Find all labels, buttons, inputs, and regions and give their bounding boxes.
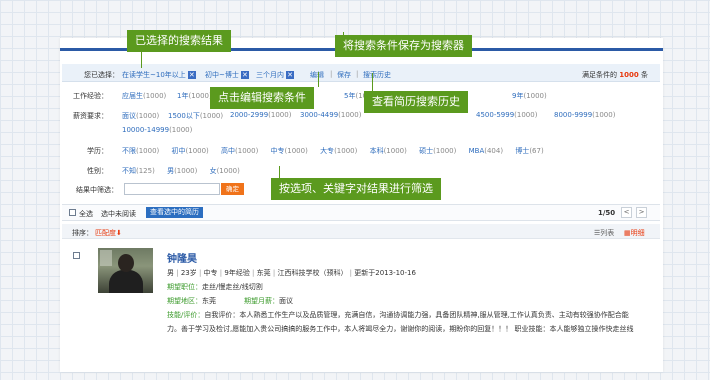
gender-option[interactable]: 不知(125) xyxy=(122,167,155,175)
education-option[interactable]: 硕士(1000) xyxy=(419,147,456,155)
filter-label: 结果中筛选： xyxy=(76,186,118,194)
divider: | xyxy=(356,70,359,78)
gender-options: 不知(125) 男(1000) 女(1000) xyxy=(122,166,240,176)
gender-label: 性别： xyxy=(87,167,108,175)
remove-icon[interactable]: ✕ xyxy=(187,71,196,79)
sort-label: 排序： xyxy=(72,229,93,237)
grid-icon: ▦ xyxy=(624,229,631,237)
resume-meta: 男 | 23岁 | 中专 | 9年经验 | 东莞 | 江西科技学校（预科） | … xyxy=(167,269,416,277)
resume-name[interactable]: 钟隆昊 xyxy=(167,250,197,265)
result-count: 满足条件的 1000 条 xyxy=(582,71,648,79)
list-view-toggle[interactable]: ☰列表 xyxy=(594,228,614,238)
page-indicator: 1/50 xyxy=(598,209,616,217)
select-all-label: 全选 xyxy=(79,210,93,218)
gender-option[interactable]: 女(1000) xyxy=(210,167,240,175)
education-option[interactable]: 初中(1000) xyxy=(172,147,209,155)
callout-selected-results: 已选择的搜索结果 xyxy=(127,30,231,68)
remove-icon[interactable]: ✕ xyxy=(286,71,294,79)
salary-option[interactable]: 8000-9999(1000) xyxy=(554,111,615,119)
resume-evaluation-cont: 力。善于学习及检讨,愿能加入贵公司搞搞的服务工作中，本人将竭尽全力，谢谢你的阅读… xyxy=(167,325,634,333)
edit-link[interactable]: 编辑 xyxy=(310,70,324,80)
experience-label: 工作经验： xyxy=(73,92,108,100)
education-option[interactable]: 大专(1000) xyxy=(320,147,357,155)
education-option[interactable]: 不限(1000) xyxy=(122,147,159,155)
salary-option[interactable]: 1500以下(1000) xyxy=(168,111,223,121)
selected-label: 您已选择： xyxy=(84,71,119,79)
experience-option[interactable]: 1年(1000) xyxy=(177,91,212,101)
experience-option[interactable]: 应届生(1000) xyxy=(122,91,166,101)
detail-view-toggle[interactable]: ▦明细 xyxy=(624,228,645,238)
selected-chip-education[interactable]: 初中~博士 ✕ xyxy=(205,70,249,80)
callout-edit-conditions: 点击编辑搜索条件 xyxy=(210,72,319,109)
resume-evaluation: 技能/评价：自我评价：本人熟悉工作生产以及品质管理，充满自信，沟通协调能力强，具… xyxy=(167,311,629,319)
select-all-checkbox[interactable] xyxy=(69,209,76,216)
salary-option[interactable]: 10000-14999(1000) xyxy=(122,126,192,134)
remove-icon[interactable]: ✕ xyxy=(240,71,249,79)
salary-option[interactable]: 4500-5999(1000) xyxy=(476,111,537,119)
education-label: 学历： xyxy=(87,147,108,155)
sort-bar xyxy=(62,224,660,239)
next-page-button[interactable]: > xyxy=(636,207,647,218)
resume-photo[interactable] xyxy=(98,248,153,293)
view-selected-button[interactable]: 查看选中的简历 xyxy=(146,207,203,218)
selected-chip-experience[interactable]: 在读学生~10年以上 ✕ xyxy=(122,70,196,80)
divider: | xyxy=(330,70,333,78)
education-options: 不限(1000) 初中(1000) 高中(1000) 中专(1000) 大专(1… xyxy=(122,146,544,156)
callout-save-searcher: 将搜索条件保存为搜索器 xyxy=(335,32,472,57)
resume-position: 期望职位：走丝/慢走丝/线切割 xyxy=(167,283,263,291)
salary-option[interactable]: 2000-2999(1000) xyxy=(230,111,291,119)
sort-match-link[interactable]: 匹配度⬇ xyxy=(95,228,122,238)
callout-search-history: 查看简历搜索历史 xyxy=(364,73,468,113)
education-option[interactable]: 高中(1000) xyxy=(221,147,258,155)
filter-input[interactable] xyxy=(124,183,220,195)
education-option[interactable]: 博士(67) xyxy=(515,147,543,155)
experience-option[interactable]: 9年(1000) xyxy=(512,91,547,101)
callout-filter-results: 按选项、关键字对结果进行筛选 xyxy=(271,166,441,200)
mark-unread-link[interactable]: 选中未阅读 xyxy=(101,209,136,219)
search-history-link[interactable]: 搜索历史 xyxy=(363,70,391,80)
education-option[interactable]: MBA(404) xyxy=(469,147,503,155)
arrow-down-icon: ⬇ xyxy=(116,229,122,237)
gender-option[interactable]: 男(1000) xyxy=(167,167,197,175)
education-option[interactable]: 本科(1000) xyxy=(370,147,407,155)
salary-label: 薪资要求： xyxy=(73,112,108,120)
confirm-button[interactable]: 确定 xyxy=(221,183,244,195)
education-option[interactable]: 中专(1000) xyxy=(271,147,308,155)
resume-checkbox[interactable] xyxy=(73,252,80,259)
salary-option[interactable]: 3000-4499(1000) xyxy=(300,111,361,119)
selected-chip-time[interactable]: 三个月内 ✕ xyxy=(256,70,294,80)
prev-page-button[interactable]: < xyxy=(621,207,632,218)
resume-location: 期望地区：东莞 期望月薪：面议 xyxy=(167,297,293,305)
salary-option[interactable]: 面议(1000) xyxy=(122,111,159,121)
save-link[interactable]: 保存 xyxy=(337,70,351,80)
